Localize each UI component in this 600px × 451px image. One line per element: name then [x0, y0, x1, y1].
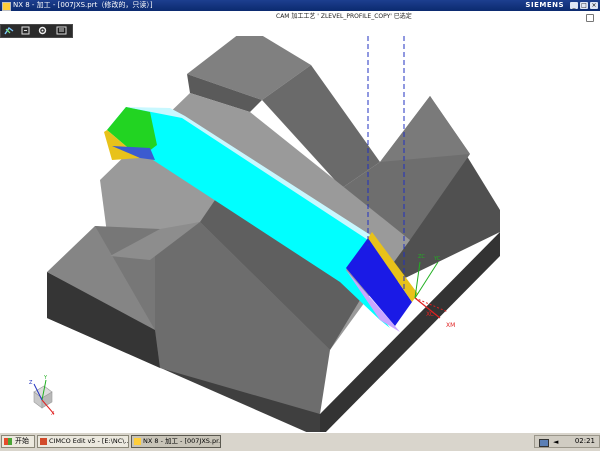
close-button[interactable]: × [590, 2, 598, 9]
nx-app-icon [134, 438, 141, 445]
axis-label-xm: XM [446, 322, 455, 329]
axis-label-xc: XC [426, 311, 434, 318]
status-message: CAM 加工工艺 ' ZLEVEL_PROFILE_COPY' 已选定 [276, 13, 412, 20]
cam-model-view[interactable]: XC XM YC ZC X Y Z [0, 20, 600, 438]
start-button[interactable]: 开始 [1, 435, 35, 448]
clock[interactable]: 02:21 [575, 436, 595, 447]
taskbar-item-cimco[interactable]: CIMCO Edit v5 - [E:\NC\... [37, 435, 129, 448]
graphics-viewport[interactable]: XC XM YC ZC X Y Z [0, 20, 600, 438]
network-icon[interactable] [539, 439, 549, 447]
start-label: 开始 [15, 437, 29, 445]
axis-label-zc: ZC [418, 254, 425, 260]
windows-flag-icon [4, 438, 12, 445]
part-right-slope [380, 96, 470, 162]
settings-icon[interactable] [20, 26, 31, 35]
taskbar-item-label: NX 8 - 加工 - [007JXS.pr... [143, 437, 221, 445]
maximize-button[interactable]: □ [580, 2, 588, 9]
siemens-logo: SIEMENS [525, 1, 564, 9]
status-line: CAM 加工工艺 ' ZLEVEL_PROFILE_COPY' 已选定 [0, 11, 600, 23]
nx-app-icon[interactable] [2, 2, 11, 11]
axis-label-yc: YC [433, 256, 441, 262]
window-title-bar[interactable]: NX 8 - 加工 - [007JXS.prt（修改的，只读）] SIEMENS… [0, 0, 600, 11]
windows-taskbar: 开始 CIMCO Edit v5 - [E:\NC\... NX 8 - 加工 … [0, 432, 600, 451]
view-triad-y-label: Y [43, 375, 48, 381]
cimco-app-icon [40, 438, 47, 445]
minimize-button[interactable]: _ [570, 2, 578, 9]
list-icon[interactable] [56, 26, 67, 35]
wcs-icon[interactable] [4, 26, 15, 35]
system-tray: ◄ 02:21 [534, 435, 600, 448]
taskbar-item-label: CIMCO Edit v5 - [E:\NC\... [49, 437, 129, 445]
gear-icon[interactable] [37, 26, 48, 35]
window-restore-icon[interactable] [586, 14, 594, 22]
volume-icon[interactable]: ◄ [553, 438, 558, 446]
view-triad-x-label: X [51, 411, 55, 417]
view-triad-z-label: Z [29, 380, 33, 386]
window-title: NX 8 - 加工 - [007JXS.prt（修改的，只读）] [13, 1, 153, 9]
taskbar-item-nx[interactable]: NX 8 - 加工 - [007JXS.pr... [131, 435, 221, 448]
